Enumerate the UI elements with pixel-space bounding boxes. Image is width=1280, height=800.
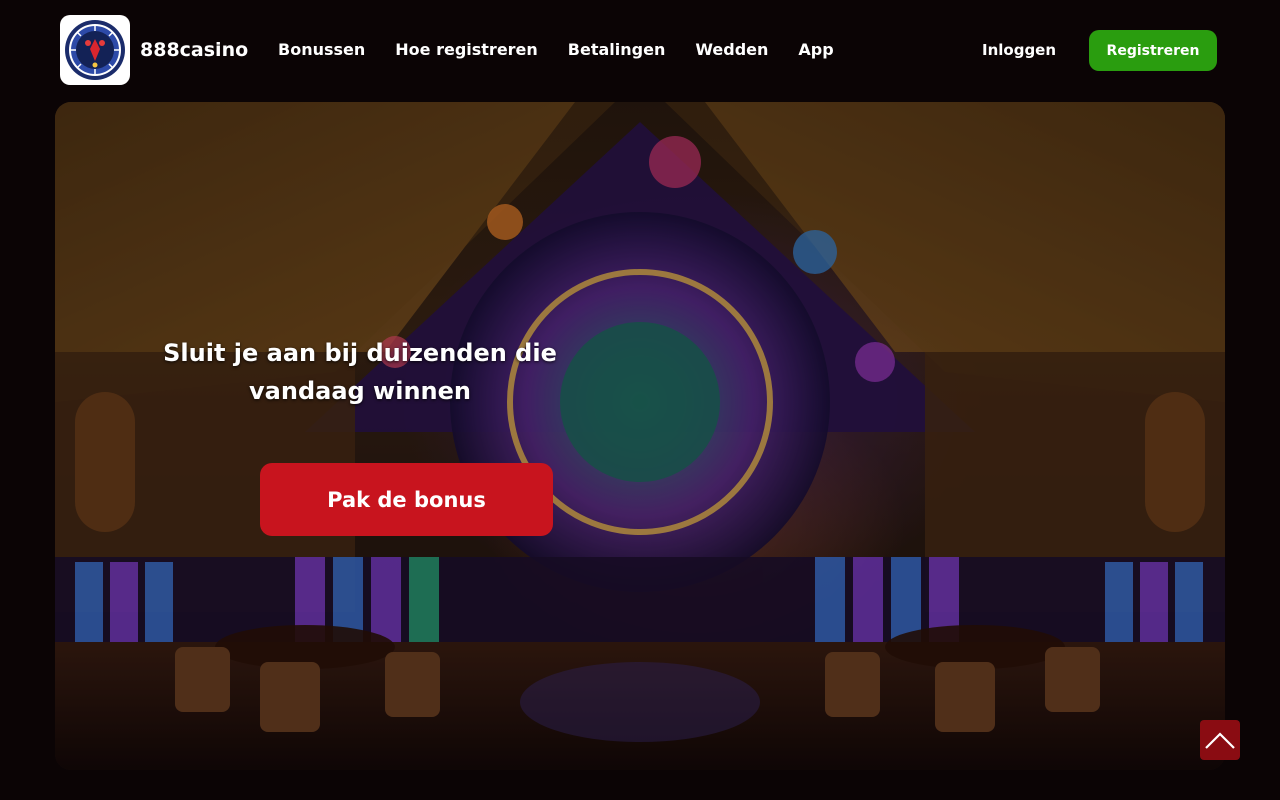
register-button[interactable]: Registreren: [1089, 30, 1217, 71]
login-link[interactable]: Inloggen: [982, 39, 1056, 61]
get-bonus-button[interactable]: Pak de bonus: [260, 463, 553, 536]
nav-item-app[interactable]: App: [798, 39, 833, 61]
nav-item-wedden[interactable]: Wedden: [695, 39, 768, 61]
brand-name[interactable]: 888casino: [140, 38, 248, 62]
nav-item-hoe-registreren[interactable]: Hoe registreren: [395, 39, 538, 61]
nav-item-betalingen[interactable]: Betalingen: [568, 39, 666, 61]
main-nav: Bonussen Hoe registreren Betalingen Wedd…: [278, 39, 864, 61]
hero-banner: Sluit je aan bij duizenden die vandaag w…: [55, 102, 1225, 770]
logo[interactable]: [60, 15, 130, 85]
casino-emblem-icon: [65, 20, 125, 80]
hero-title: Sluit je aan bij duizenden die vandaag w…: [163, 339, 557, 405]
nav-item-bonussen[interactable]: Bonussen: [278, 39, 365, 61]
site-header: 888casino Bonussen Hoe registreren Betal…: [0, 0, 1280, 100]
hero-dim-overlay: [55, 102, 1225, 770]
chevron-up-icon: [1205, 732, 1235, 749]
scroll-to-top-button[interactable]: [1200, 720, 1240, 760]
